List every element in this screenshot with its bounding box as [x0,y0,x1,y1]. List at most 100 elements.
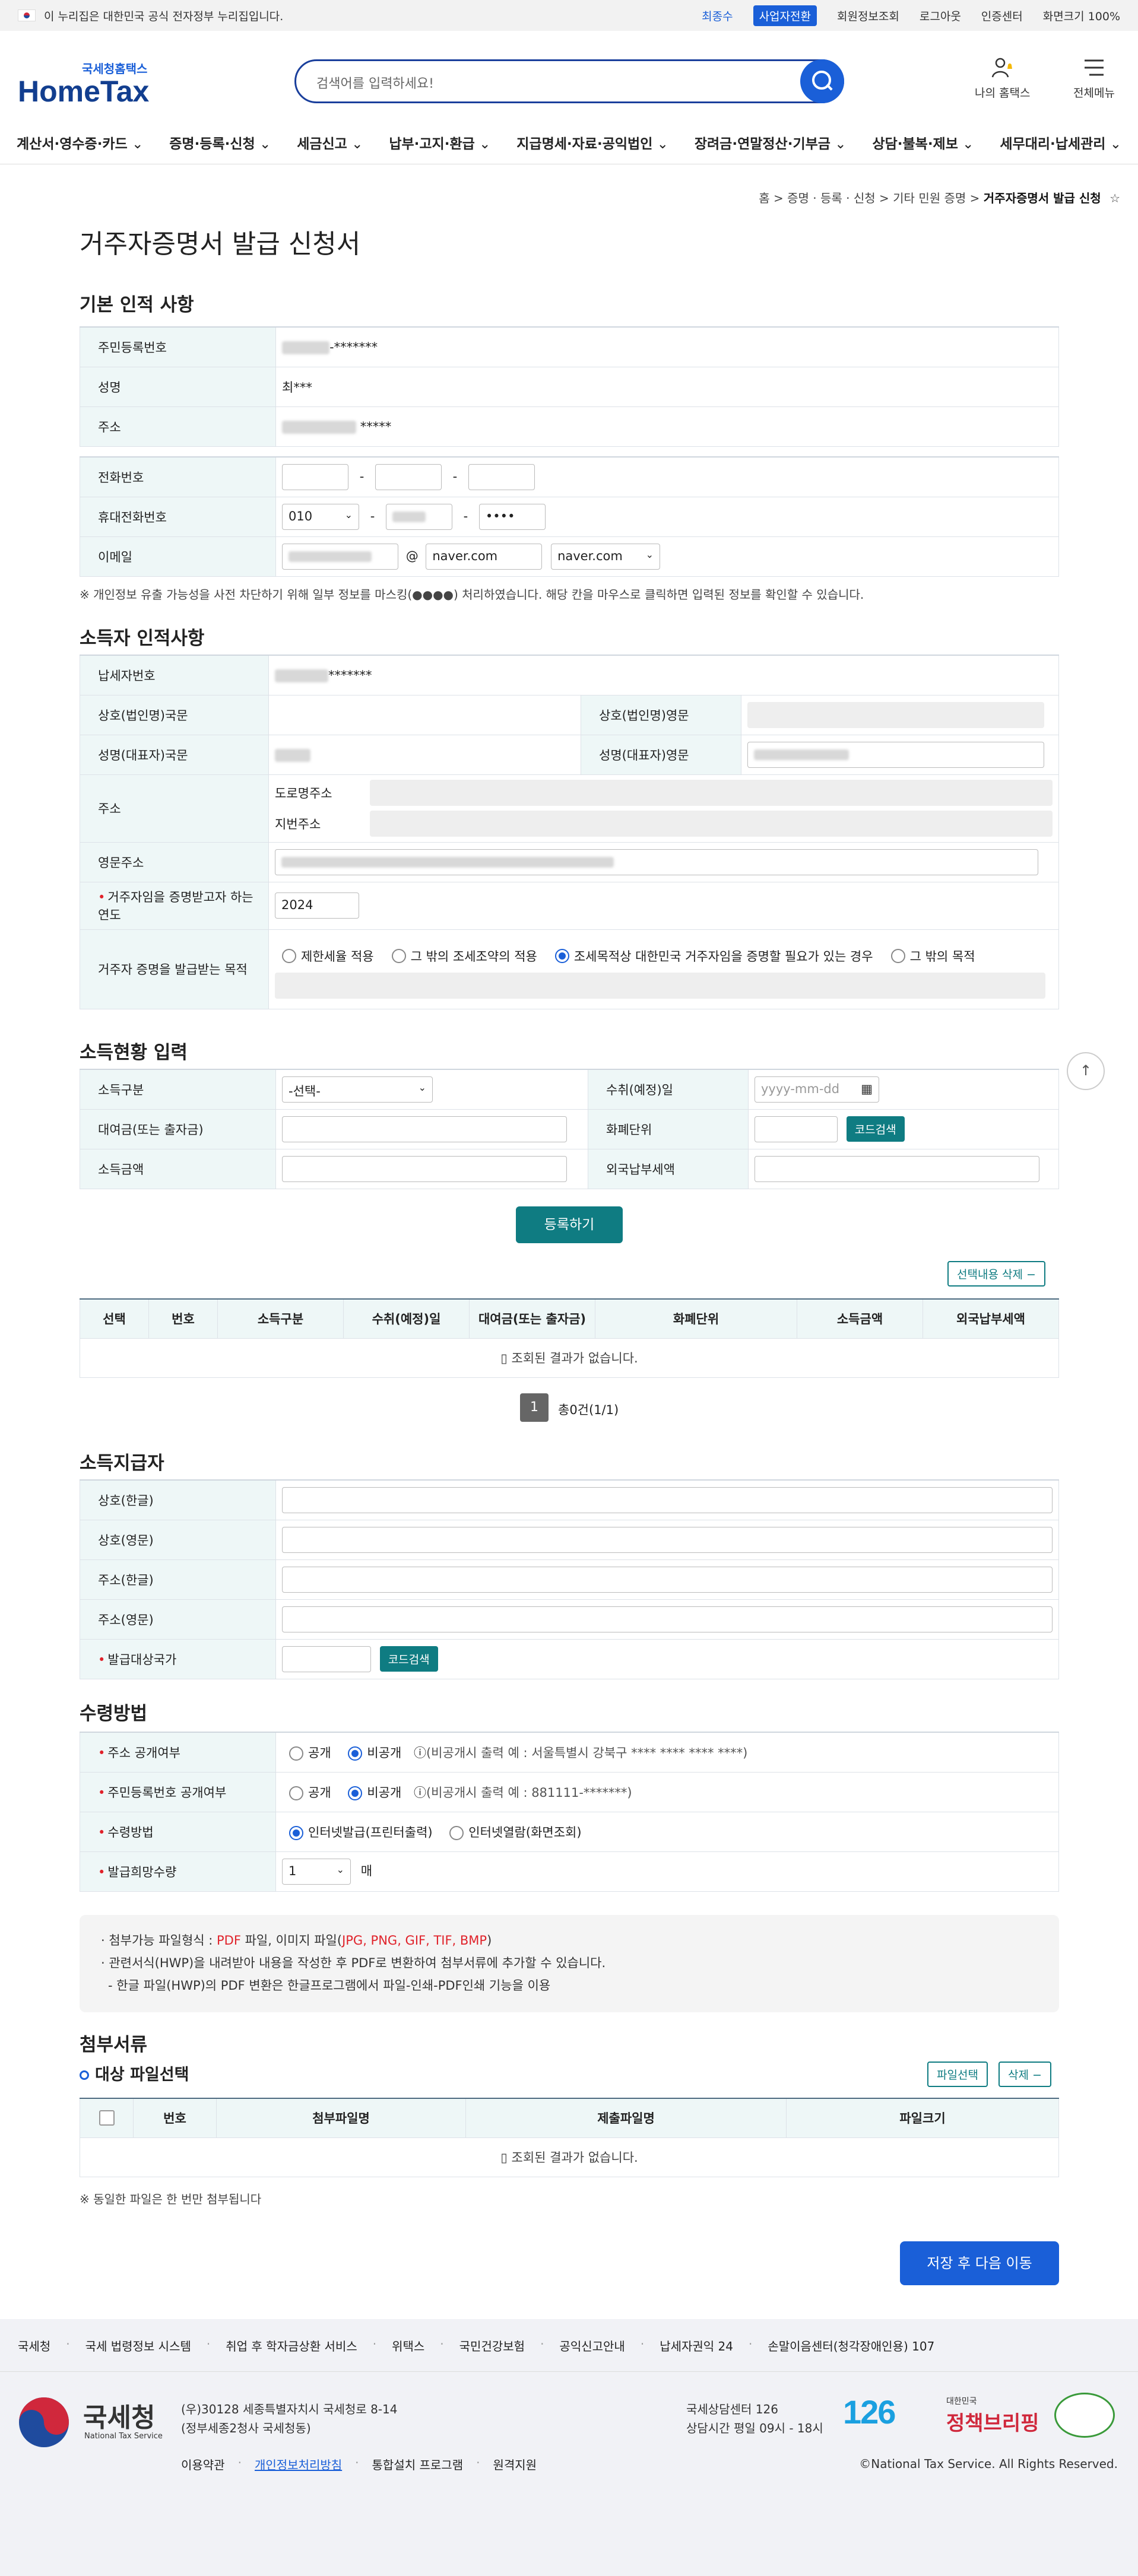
footer-link-nts[interactable]: 국세청 [18,2337,50,2354]
attach-col-submit-name[interactable]: 제출파일명 [465,2098,787,2138]
save-next-button[interactable]: 저장 후 다음 이동 [900,2241,1059,2285]
grid1-col-currency[interactable]: 화폐단위 [595,1298,797,1339]
method-print-radio[interactable] [289,1825,303,1840]
email-domain-select[interactable]: naver.com ⌄ [551,543,661,570]
rep-en-input[interactable] [747,741,1044,768]
footer-link-wetax[interactable]: 위택스 [392,2337,424,2354]
register-button[interactable]: 등록하기 [516,1206,623,1243]
member-info-link[interactable]: 회원정보조회 [837,8,899,24]
rrn-masked-front[interactable] [282,341,329,354]
purpose-radio-limit-rate[interactable] [282,949,296,963]
grid1-col-type[interactable]: 소득구분 [217,1298,344,1339]
install-link[interactable]: 통합설치 프로그램 [372,2456,464,2473]
nav-item-consult[interactable]: 상담·불복·제보 [872,129,974,164]
country-input[interactable] [282,1646,371,1672]
search-input[interactable]: 검색어를 입력하세요! [316,73,434,92]
all-menu-button[interactable]: 전체메뉴 [1073,56,1115,100]
purpose-radio-tax-resident[interactable] [554,949,569,963]
company-en-input[interactable] [747,701,1044,728]
my-hometax-button[interactable]: 나의 홈택스 [975,56,1030,100]
footer-link-sign[interactable]: 손말이음센터(청각장애인용) 107 [768,2337,934,2354]
grid1-col-foreign-tax[interactable]: 외국납부세액 [923,1298,1059,1339]
nav-item-agent[interactable]: 세무대리·납세관리 [1000,129,1121,164]
purpose-radio-other[interactable] [890,949,905,963]
call-126-logo[interactable]: 126 [843,2393,917,2434]
attach-col-size[interactable]: 파일크기 [786,2098,1059,2138]
loan-input[interactable] [282,1116,567,1142]
method-view-radio[interactable] [449,1825,464,1840]
currency-code-search-button[interactable]: 코드검색 [846,1116,905,1142]
file-delete-button[interactable]: 삭제 − [998,2062,1051,2087]
payer-addr-en-input[interactable] [282,1606,1053,1632]
hometax-logo[interactable]: 국세청홈택스 HomeTax [18,59,149,106]
address-mask-stars[interactable]: ***** [360,420,392,434]
amount-input[interactable] [282,1155,567,1182]
nav-item-statement[interactable]: 지급명세·자료·공익법인 [516,129,668,164]
tel-input-1[interactable] [282,463,348,490]
qty-select[interactable]: 1 ⌄ [282,1858,351,1885]
nav-item-incentive[interactable]: 장려금·연말정산·기부금 [695,129,847,164]
select-all-checkbox[interactable] [99,2110,115,2126]
address-masked[interactable] [282,420,356,434]
star-icon[interactable]: ☆ [1110,191,1120,205]
currency-input[interactable] [755,1116,838,1142]
grid1-col-amount[interactable]: 소득금액 [797,1298,923,1339]
payer-company-en-input[interactable] [282,1526,1053,1553]
cert-center-link[interactable]: 인증센터 [981,8,1023,24]
policy-briefing-logo[interactable]: 대한민국 정책브리핑 [946,2395,1039,2436]
user-name-link[interactable]: 최종수 [702,8,733,24]
receive-date-input[interactable]: yyyy-mm-dd ▦ [755,1076,879,1103]
remote-link[interactable]: 원격지원 [493,2456,537,2473]
footer-link-nhis[interactable]: 국민건강보험 [459,2337,525,2354]
purpose-other-input[interactable] [275,973,1045,999]
rrn-masked-back[interactable]: -******* [329,340,378,354]
nav-item-invoice[interactable]: 계산서·영수증·카드 [17,129,143,164]
taxpayer-no-masked[interactable] [275,669,328,682]
calendar-icon[interactable]: ▦ [861,1082,873,1096]
mobile-input-2[interactable] [385,503,452,530]
attach-col-attach-name[interactable]: 첨부파일명 [216,2098,466,2138]
nav-item-payment[interactable]: 납부·고지·환급 [389,129,490,164]
footer-link-loan[interactable]: 취업 후 학자금상환 서비스 [226,2337,357,2354]
tel-input-2[interactable] [375,463,442,490]
rrn-public-radio[interactable] [289,1786,303,1800]
nav-item-certificate[interactable]: 증명·등록·신청 [169,129,271,164]
income-type-select[interactable]: -선택- ⌄ [282,1076,433,1103]
road-addr-field[interactable] [370,780,1053,806]
year-input[interactable]: 2024 [275,892,359,919]
business-switch-button[interactable]: 사업자전환 [753,5,817,26]
payer-addr-kr-input[interactable] [282,1566,1053,1593]
grid1-col-loan[interactable]: 대여금(또는 출자금) [469,1298,595,1339]
grid1-col-date[interactable]: 수취(예정)일 [343,1298,470,1339]
mobile-prefix-select[interactable]: 010 ⌄ [282,503,359,530]
pagination-page-1[interactable]: 1 [520,1393,549,1422]
attach-col-no[interactable]: 번호 [133,2098,217,2138]
email-id-input[interactable] [282,543,398,570]
file-select-button[interactable]: 파일선택 [927,2062,988,2087]
zoom-control[interactable]: 화면크기 100% [1043,8,1120,24]
rep-kr-value[interactable] [275,748,310,762]
logout-link[interactable]: 로그아웃 [920,8,961,24]
taxpayer-no-stars[interactable]: ******* [328,668,372,682]
eng-addr-input[interactable] [275,849,1038,875]
attach-col-check[interactable] [80,2098,134,2138]
addr-private-radio[interactable] [348,1746,363,1761]
footer-link-law[interactable]: 국세 법령정보 시스템 [85,2337,191,2354]
terms-link[interactable]: 이용약관 [181,2456,225,2473]
search-box[interactable]: 검색어를 입력하세요! [294,59,844,103]
foreign-tax-input[interactable] [755,1155,1039,1182]
name-value[interactable]: 최*** [275,366,1059,407]
footer-link-report[interactable]: 공익신고안내 [559,2337,625,2354]
payer-company-kr-input[interactable] [282,1486,1053,1513]
email-domain-input[interactable]: naver.com [426,543,543,570]
privacy-link[interactable]: 개인정보처리방침 [255,2456,342,2473]
nts-logo[interactable] [17,2395,71,2453]
lot-addr-field[interactable] [370,811,1053,837]
addr-public-radio[interactable] [289,1746,303,1761]
footer-link-rights[interactable]: 납세자권익 24 [660,2337,733,2354]
breadcrumb-cert[interactable]: 증명 · 등록 · 신청 [787,191,876,205]
grid1-col-no[interactable]: 번호 [148,1298,218,1339]
grid1-col-select[interactable]: 선택 [80,1298,149,1339]
tel-input-3[interactable] [468,463,535,490]
scroll-top-button[interactable]: ↑ [1067,1052,1105,1090]
